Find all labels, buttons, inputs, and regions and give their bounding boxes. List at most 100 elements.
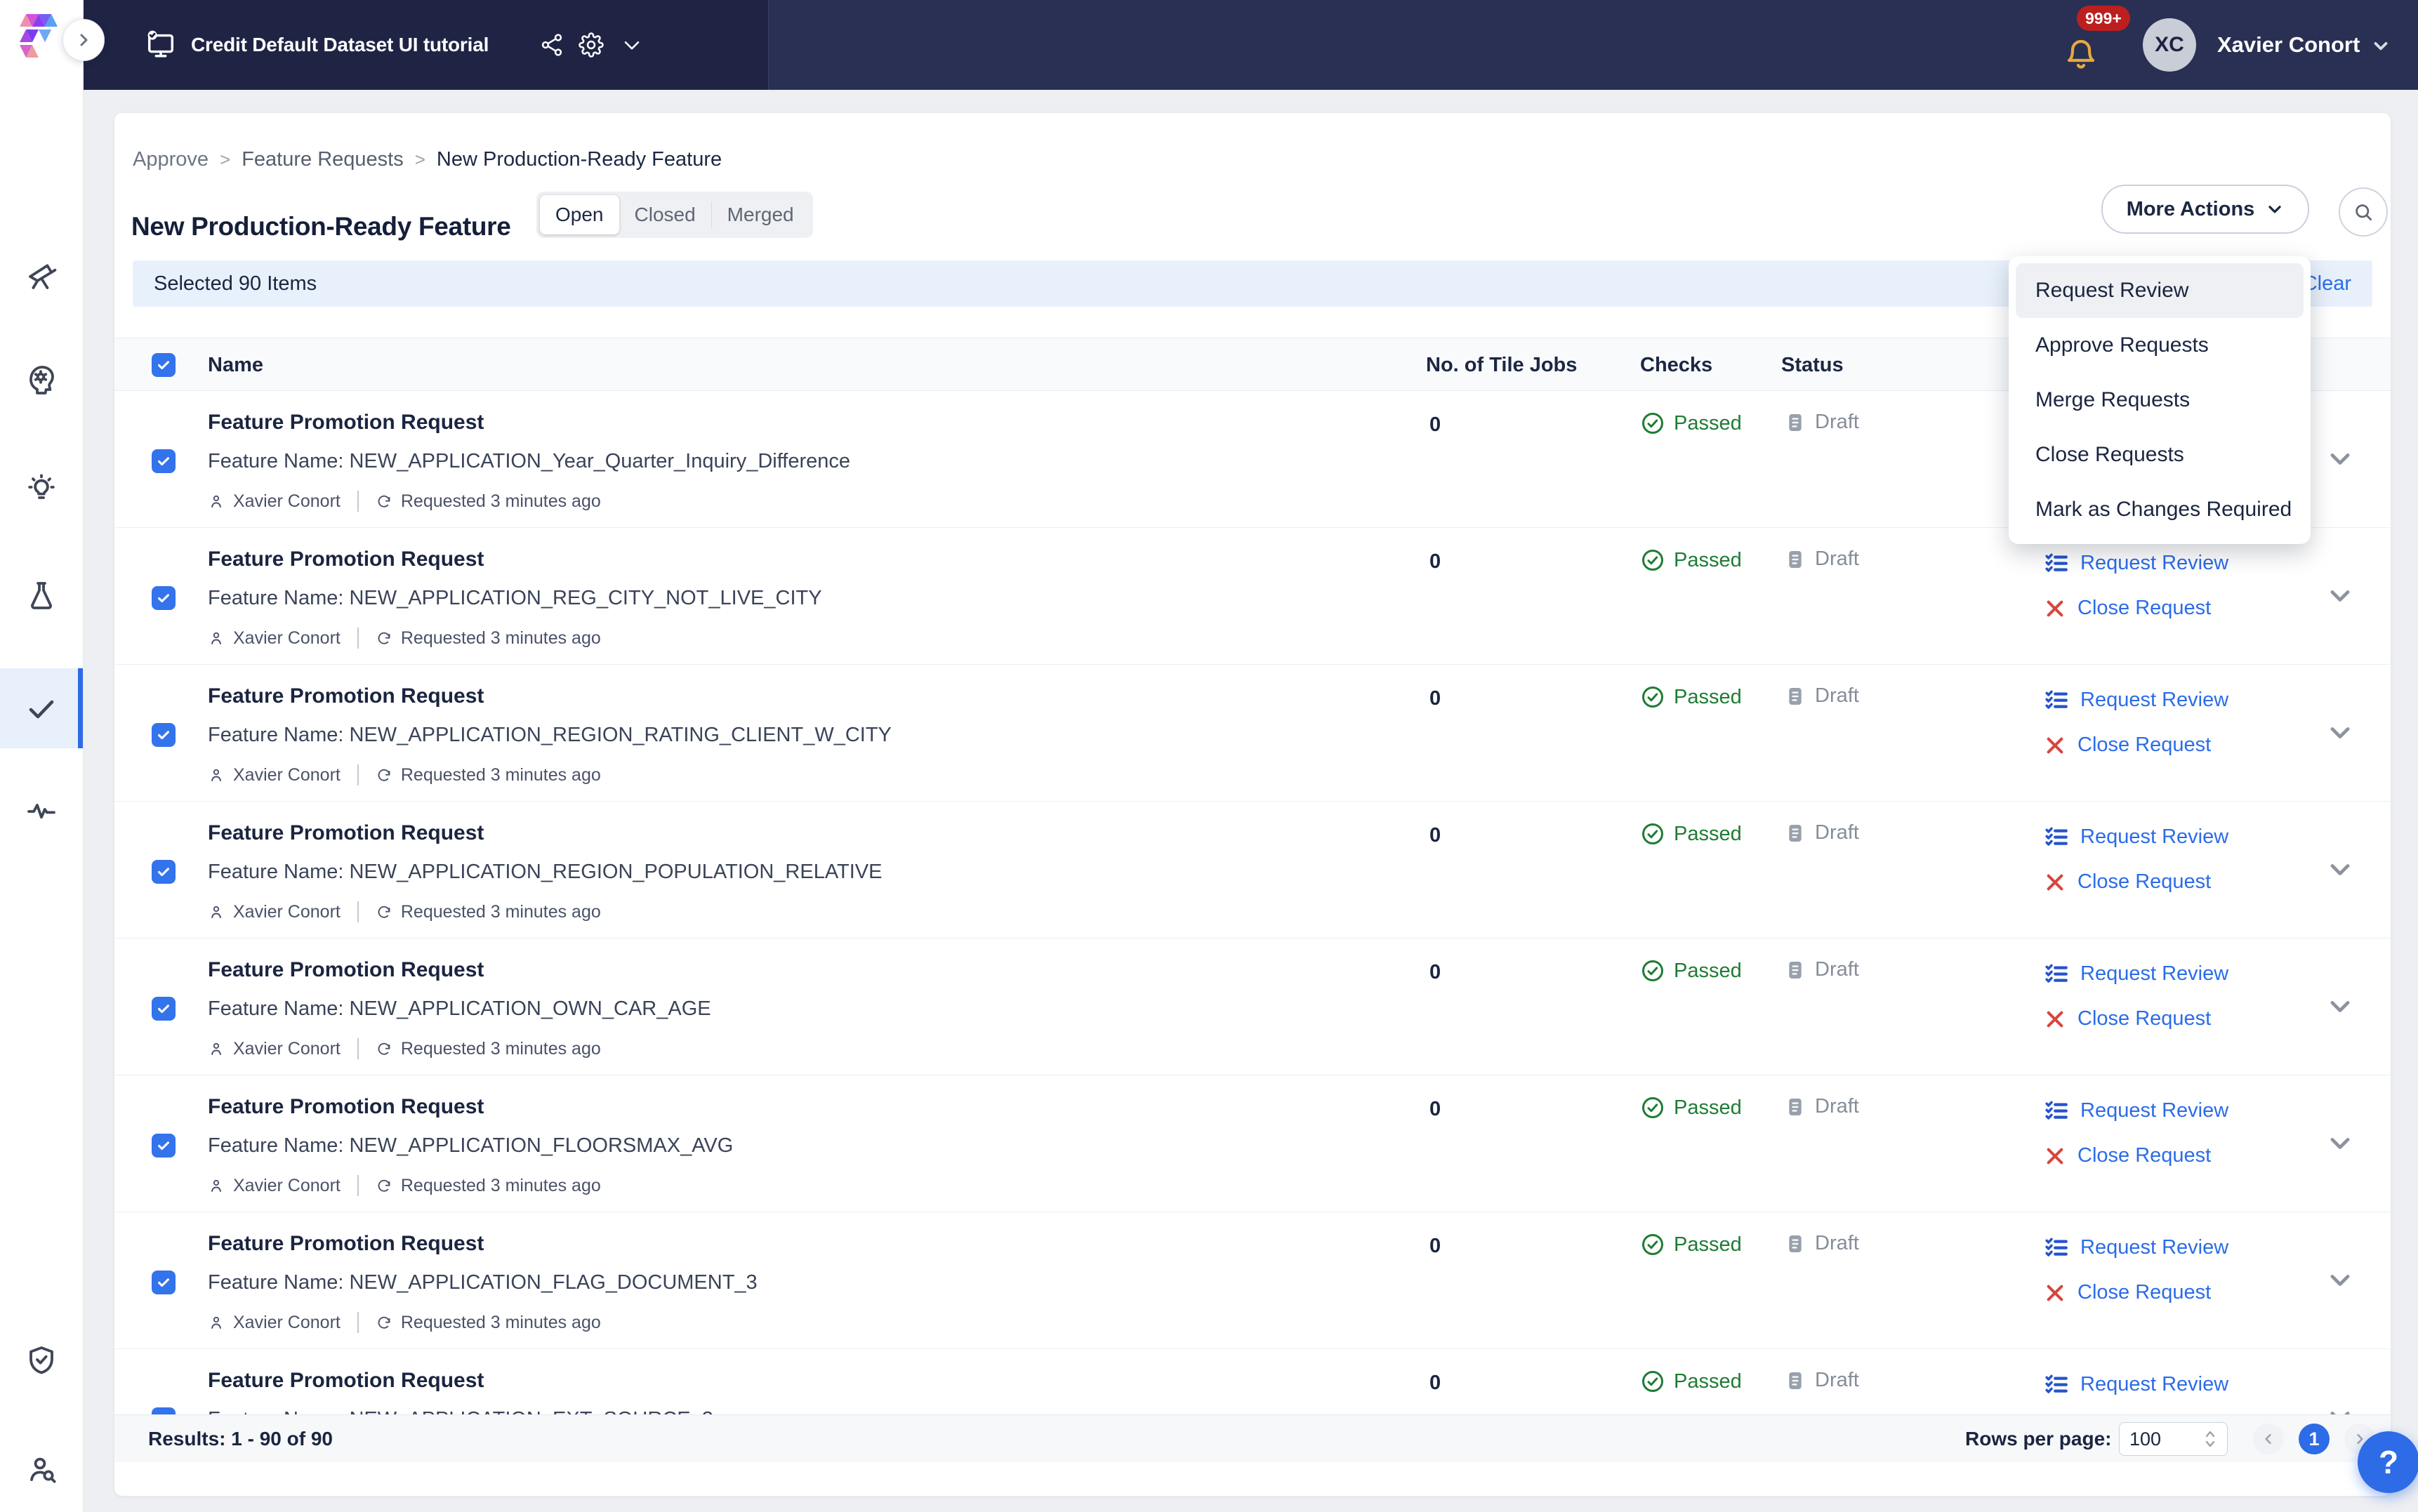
tab-open[interactable]: Open [540, 195, 619, 234]
requested-time: Requested 3 minutes ago [401, 1313, 601, 1333]
request-review-action[interactable]: Request Review [2044, 550, 2228, 576]
user-icon [208, 903, 225, 920]
menu-item-request-review[interactable]: Request Review [2016, 263, 2304, 318]
sidebar-item-approve[interactable] [0, 668, 83, 748]
close-request-action[interactable]: Close Request [2044, 1281, 2211, 1304]
status-cell: Draft [1784, 821, 1859, 844]
request-title[interactable]: Feature Promotion Request [208, 1095, 484, 1119]
expand-row-button[interactable] [2327, 583, 2353, 609]
expand-row-button[interactable] [2327, 719, 2353, 746]
row-checkbox[interactable] [152, 1134, 176, 1158]
user-menu-button[interactable] [2370, 35, 2391, 56]
row-checkbox[interactable] [152, 723, 176, 747]
row-checkbox[interactable] [152, 449, 176, 473]
tab-merged[interactable]: Merged [712, 195, 810, 234]
menu-item-merge-requests[interactable]: Merge Requests [2016, 373, 2304, 427]
close-request-action[interactable]: Close Request [2044, 870, 2211, 894]
select-all-checkbox[interactable] [152, 353, 176, 377]
menu-item-mark-changes-required[interactable]: Mark as Changes Required [2016, 482, 2304, 537]
featurebyte-logo[interactable] [17, 11, 66, 65]
user-avatar[interactable]: XC [2143, 18, 2196, 72]
expand-row-button[interactable] [2327, 1267, 2353, 1294]
tab-closed[interactable]: Closed [619, 195, 711, 234]
sidebar-expand-button[interactable] [62, 19, 105, 61]
sidebar-item-governance[interactable] [25, 1344, 58, 1377]
request-review-action[interactable]: Request Review [2044, 1098, 2228, 1123]
check-icon [156, 864, 171, 880]
draft-document-icon [1784, 1233, 1806, 1255]
user-icon [208, 767, 225, 783]
checks-cell: Passed [1640, 1095, 1742, 1120]
request-title[interactable]: Feature Promotion Request [208, 958, 484, 982]
column-header-name[interactable]: Name [208, 338, 263, 392]
status-badge: Draft [1815, 684, 1859, 708]
sidebar [0, 0, 84, 1512]
current-page-button[interactable]: 1 [2299, 1424, 2330, 1454]
expand-row-button[interactable] [2327, 1130, 2353, 1157]
sidebar-item-explore[interactable] [25, 257, 58, 291]
request-title[interactable]: Feature Promotion Request [208, 1232, 484, 1256]
refresh-icon [376, 1314, 392, 1331]
feature-name: Feature Name: NEW_APPLICATION_OWN_CAR_AG… [208, 997, 711, 1021]
menu-item-approve-requests[interactable]: Approve Requests [2016, 318, 2304, 373]
request-review-action[interactable]: Request Review [2044, 687, 2228, 712]
requested-time: Requested 3 minutes ago [401, 1039, 601, 1059]
column-header-checks[interactable]: Checks [1640, 338, 1712, 392]
sidebar-item-insights[interactable] [25, 471, 58, 505]
chevron-down-icon [2327, 993, 2353, 1020]
status-badge: Draft [1815, 821, 1859, 844]
settings-button[interactable] [579, 32, 604, 58]
share-button[interactable] [539, 32, 564, 58]
sidebar-item-user-search[interactable] [25, 1452, 58, 1485]
close-request-action[interactable]: Close Request [2044, 1007, 2211, 1030]
sidebar-item-monitoring[interactable] [25, 793, 58, 826]
request-title[interactable]: Feature Promotion Request [208, 411, 484, 435]
request-title[interactable]: Feature Promotion Request [208, 548, 484, 571]
check-circle-icon [1640, 1232, 1665, 1257]
previous-page-button[interactable] [2253, 1424, 2284, 1454]
expand-row-button[interactable] [2327, 1404, 2353, 1414]
close-request-action[interactable]: Close Request [2044, 734, 2211, 757]
row-checkbox[interactable] [152, 1407, 176, 1414]
close-request-action[interactable]: Close Request [2044, 1144, 2211, 1167]
notifications-button[interactable]: 999+ [2064, 28, 2141, 84]
close-request-action[interactable]: Close Request [2044, 597, 2211, 620]
request-review-link: Request Review [2080, 552, 2228, 575]
checks-cell: Passed [1640, 684, 1742, 710]
request-review-action[interactable]: Request Review [2044, 1372, 2228, 1397]
search-button[interactable] [2339, 187, 2388, 237]
meta-divider [357, 1312, 359, 1333]
row-checkbox[interactable] [152, 586, 176, 610]
project-menu-button[interactable] [619, 32, 645, 58]
row-checkbox[interactable] [152, 997, 176, 1021]
request-title[interactable]: Feature Promotion Request [208, 684, 484, 708]
row-checkbox[interactable] [152, 1271, 176, 1294]
breadcrumb-feature-requests[interactable]: Feature Requests [242, 148, 404, 171]
row-checkbox[interactable] [152, 860, 176, 884]
request-title[interactable]: Feature Promotion Request [208, 1369, 484, 1393]
feature-name: Feature Name: NEW_APPLICATION_REGION_POP… [208, 861, 883, 884]
more-actions-button[interactable]: More Actions [2101, 185, 2309, 234]
project-title[interactable]: Credit Default Dataset UI tutorial [191, 0, 489, 90]
expand-row-button[interactable] [2327, 856, 2353, 883]
sidebar-item-modeling[interactable] [25, 362, 58, 396]
request-review-action[interactable]: Request Review [2044, 1235, 2228, 1260]
request-review-action[interactable]: Request Review [2044, 961, 2228, 986]
refresh-icon [376, 1040, 392, 1057]
column-header-status[interactable]: Status [1781, 338, 1844, 392]
expand-row-button[interactable] [2327, 446, 2353, 472]
column-header-tile-jobs[interactable]: No. of Tile Jobs [1426, 338, 1577, 392]
menu-item-close-requests[interactable]: Close Requests [2016, 427, 2304, 482]
requested-time: Requested 3 minutes ago [401, 491, 601, 512]
user-name[interactable]: Xavier Conort [2217, 0, 2360, 90]
rows-per-page-select[interactable]: 100 [2119, 1422, 2228, 1456]
telescope-icon [25, 257, 58, 291]
request-review-link: Request Review [2080, 1373, 2228, 1396]
request-review-action[interactable]: Request Review [2044, 824, 2228, 849]
help-button[interactable]: ? [2358, 1431, 2418, 1493]
sidebar-item-experiments[interactable] [25, 578, 58, 612]
breadcrumb-approve[interactable]: Approve [133, 148, 209, 171]
request-title[interactable]: Feature Promotion Request [208, 821, 484, 845]
requester-name: Xavier Conort [233, 902, 341, 922]
expand-row-button[interactable] [2327, 993, 2353, 1020]
